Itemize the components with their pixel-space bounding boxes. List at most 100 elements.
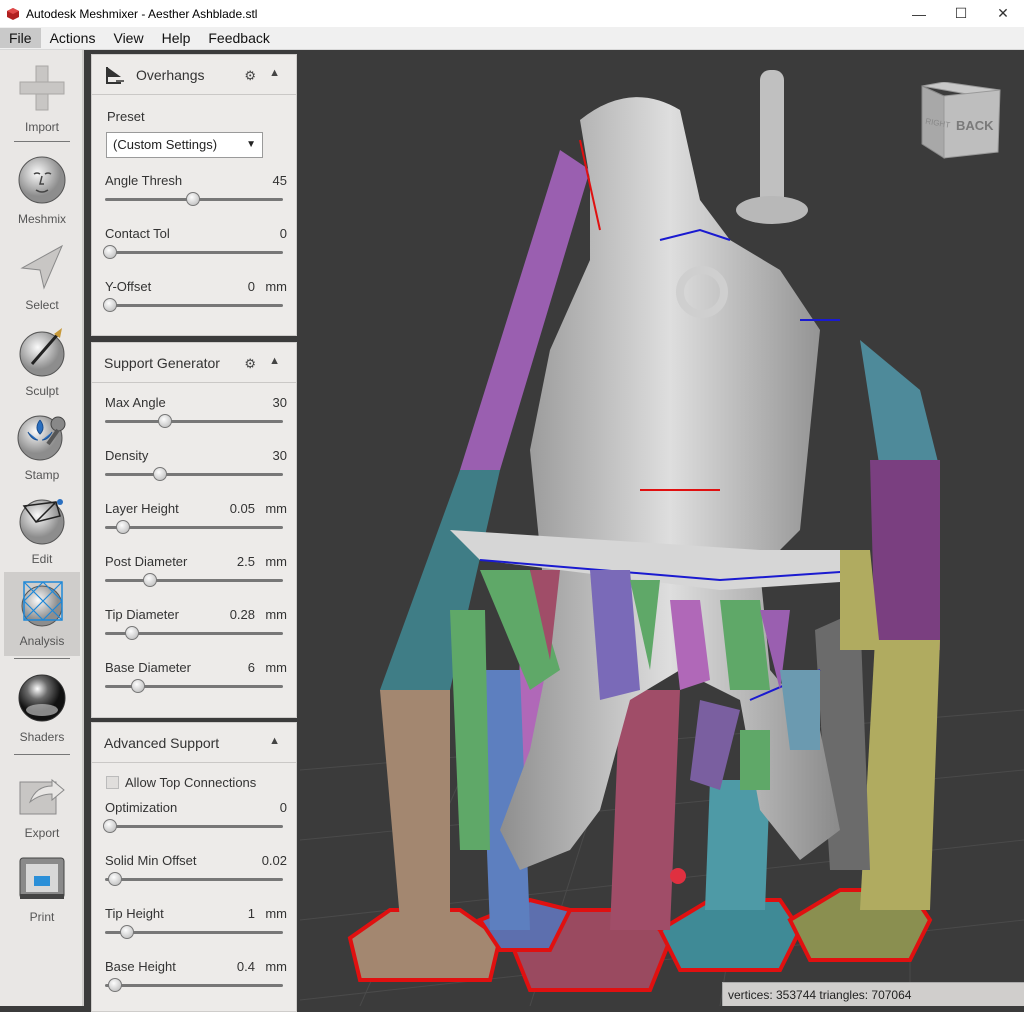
param-name: Y-Offset	[105, 279, 152, 294]
tool-meshmix[interactable]: Meshmix	[4, 150, 80, 234]
tool-analysis[interactable]: Analysis	[4, 572, 80, 656]
param-unit: mm	[265, 959, 287, 974]
mesh-edit-icon	[19, 499, 65, 545]
param-name: Base Diameter	[105, 660, 191, 675]
param-value[interactable]: 0.28	[230, 607, 255, 622]
panel-title: Advanced Support	[104, 734, 220, 751]
view-cube[interactable]: RIGHT BACK	[920, 81, 1002, 167]
arrow-cursor-icon	[20, 244, 64, 290]
slider-track[interactable]	[105, 473, 283, 476]
3d-viewport[interactable]: RIGHT BACK vertices: 353744 triangles: 7…	[299, 50, 1024, 1007]
menu-feedback[interactable]: Feedback	[199, 28, 278, 48]
tool-edit[interactable]: Edit	[4, 490, 80, 574]
tool-label: Meshmix	[17, 212, 66, 226]
tool-import[interactable]: Import	[4, 58, 80, 142]
tool-label: Export	[24, 826, 60, 840]
collapse-icon[interactable]: ▲	[269, 735, 280, 747]
param-value[interactable]: 1	[248, 906, 255, 921]
overhangs-header[interactable]: Overhangs ⚙ ▲	[92, 55, 296, 95]
slider-thumb[interactable]	[152, 467, 167, 481]
param-unit: mm	[265, 906, 287, 921]
tool-sidebar: Import Meshmix Select Sculpt Stamp Edit …	[0, 50, 84, 1006]
param-unit: mm	[265, 660, 287, 675]
slider-thumb[interactable]	[124, 626, 139, 640]
tool-label: Sculpt	[25, 384, 59, 398]
param-value[interactable]: 0	[248, 279, 255, 294]
window-title: Autodesk Meshmixer - Aesther Ashblade.st…	[26, 6, 258, 21]
menu-help[interactable]: Help	[153, 28, 200, 48]
param-name: Tip Diameter	[105, 607, 179, 622]
minimize-button[interactable]: —	[898, 0, 940, 27]
preset-value: (Custom Settings)	[113, 137, 218, 152]
tool-stamp[interactable]: Stamp	[4, 406, 80, 490]
param-value[interactable]: 30	[273, 395, 287, 410]
gear-icon[interactable]: ⚙	[244, 68, 256, 84]
slider-track[interactable]	[105, 878, 283, 881]
support-generator-panel: Support Generator ⚙ ▲ Max Angle 30 Densi…	[91, 342, 297, 718]
advanced-support-header[interactable]: Advanced Support ▲	[92, 723, 296, 763]
slider-thumb[interactable]	[107, 978, 122, 992]
slider-thumb[interactable]	[107, 872, 122, 886]
param-value[interactable]: 0	[280, 800, 287, 815]
param-value[interactable]: 0.02	[262, 853, 287, 868]
param-value[interactable]: 30	[273, 448, 287, 463]
close-button[interactable]: ✕	[982, 0, 1024, 27]
slider-thumb[interactable]	[103, 819, 117, 833]
tool-select[interactable]: Select	[4, 236, 80, 320]
advanced-support-panel: Advanced Support ▲ Allow Top Connections…	[91, 722, 297, 1012]
slider-track[interactable]	[105, 251, 283, 254]
param-name: Solid Min Offset	[105, 853, 197, 868]
param-unit: mm	[265, 279, 287, 294]
slider-thumb[interactable]	[103, 245, 117, 259]
scene-render	[299, 70, 1024, 1007]
param-value[interactable]: 2.5	[237, 554, 255, 569]
slider-thumb[interactable]	[157, 414, 172, 428]
slider-thumb[interactable]	[142, 573, 157, 587]
tool-shaders[interactable]: Shaders	[4, 668, 80, 752]
plus-icon	[19, 65, 65, 111]
overhang-icon	[106, 66, 124, 84]
param-name: Optimization	[105, 800, 178, 815]
tool-sculpt[interactable]: Sculpt	[4, 322, 80, 406]
allow-top-connections-row[interactable]: Allow Top Connections	[106, 775, 256, 790]
brush-sphere-icon	[19, 328, 65, 377]
support-point-marker	[670, 868, 686, 884]
collapse-icon[interactable]: ▲	[269, 355, 280, 367]
toolbar-divider	[14, 658, 70, 659]
tool-label: Select	[25, 298, 59, 312]
collapse-icon[interactable]: ▲	[269, 67, 280, 79]
tool-export[interactable]: Export	[4, 764, 80, 848]
param-value[interactable]: 6	[248, 660, 255, 675]
gear-icon[interactable]: ⚙	[244, 356, 256, 372]
support-generator-header[interactable]: Support Generator ⚙ ▲	[92, 343, 296, 383]
slider-track[interactable]	[105, 420, 283, 423]
slider-thumb[interactable]	[131, 679, 146, 693]
tool-label: Shaders	[19, 730, 65, 744]
preset-dropdown[interactable]: (Custom Settings) ▼	[106, 132, 263, 158]
param-value[interactable]: 0.4	[237, 959, 255, 974]
allow-top-connections-checkbox[interactable]	[106, 776, 119, 789]
analysis-mesh-icon	[21, 581, 63, 627]
param-value[interactable]: 45	[273, 173, 287, 188]
slider-thumb[interactable]	[116, 520, 131, 534]
param-value[interactable]: 0	[280, 226, 287, 241]
slider-thumb[interactable]	[186, 192, 200, 206]
tool-label: Edit	[31, 552, 53, 566]
maximize-button[interactable]: ☐	[940, 0, 982, 27]
slider-track[interactable]	[105, 526, 283, 529]
param-value[interactable]: 0.05	[230, 501, 255, 516]
slider-thumb[interactable]	[119, 925, 134, 939]
slider-track[interactable]	[105, 825, 283, 828]
menu-view[interactable]: View	[104, 28, 152, 48]
menu-actions[interactable]: Actions	[41, 28, 105, 48]
slider-thumb[interactable]	[103, 298, 117, 312]
view-cube-icon: RIGHT BACK	[921, 81, 1001, 159]
menu-file[interactable]: File	[0, 28, 41, 48]
slider-track[interactable]	[105, 304, 283, 307]
tool-label: Print	[29, 910, 55, 924]
param-name: Tip Height	[105, 906, 164, 921]
slider-track[interactable]	[105, 984, 283, 987]
tool-label: Stamp	[24, 468, 60, 482]
tool-print[interactable]: Print	[4, 848, 80, 932]
slider-track[interactable]	[105, 579, 283, 582]
